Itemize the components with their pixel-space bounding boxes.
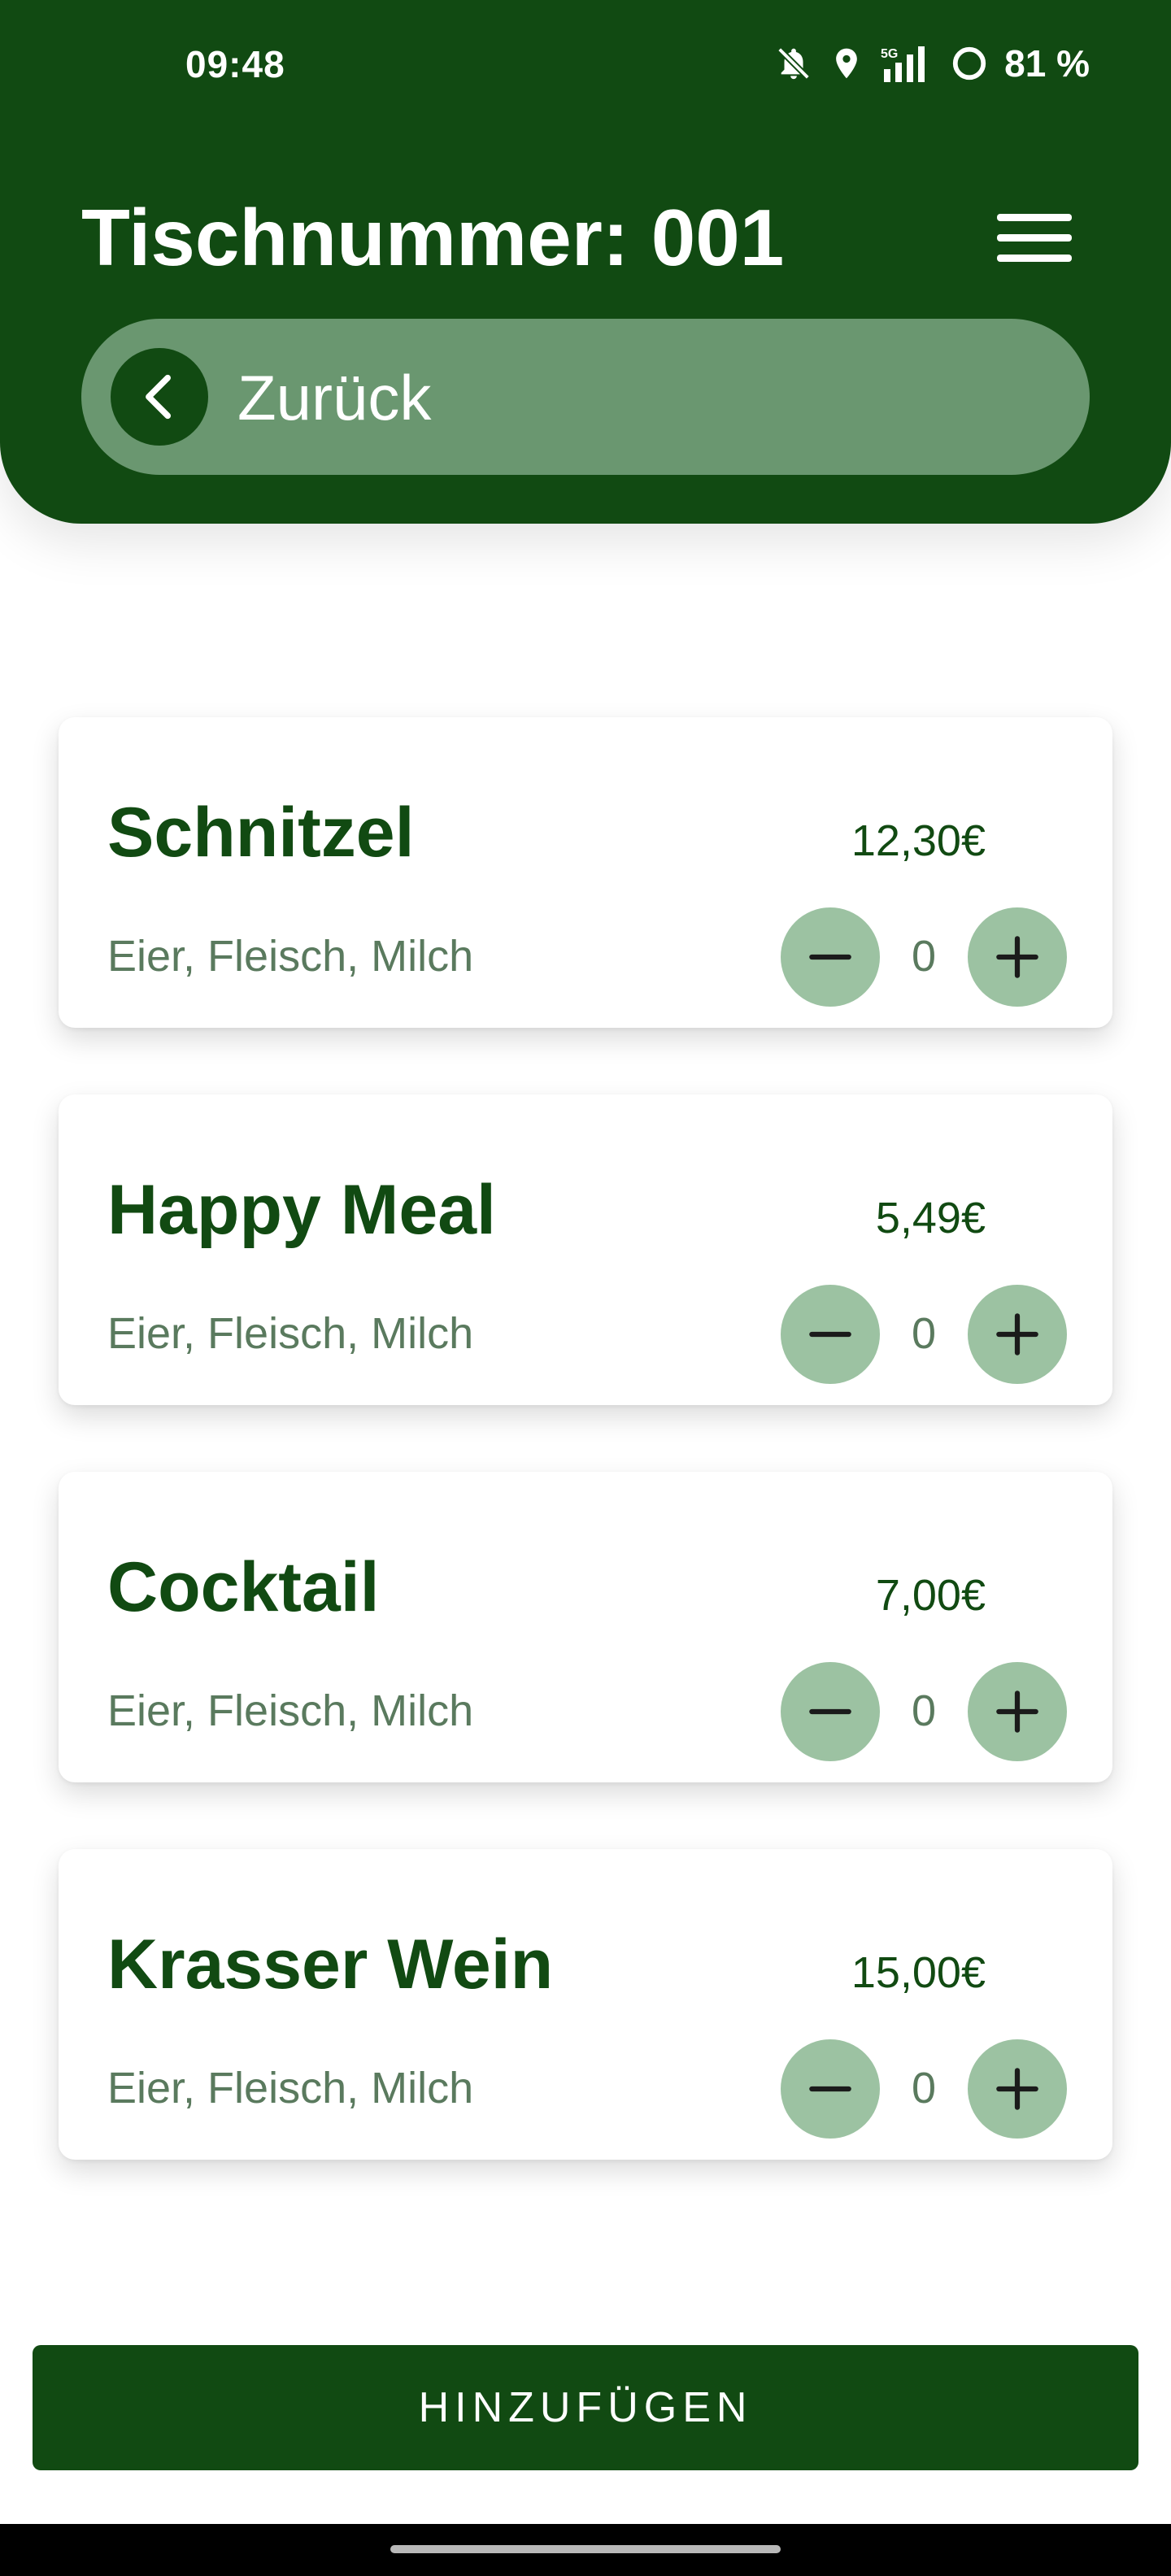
decrease-quantity-button[interactable] bbox=[781, 1285, 880, 1384]
network-type: 5G bbox=[881, 47, 898, 61]
status-icons: 5G 81 % bbox=[775, 41, 1090, 86]
battery-level: 81 % bbox=[1004, 42, 1090, 85]
header: 09:48 5G 81 % Tischnummer: 001 Zurück bbox=[0, 0, 1171, 524]
decrease-quantity-button[interactable] bbox=[781, 2039, 880, 2139]
menu-item-card: Cocktail 7,00€ Eier, Fleisch, Milch 0 bbox=[59, 1472, 1112, 1782]
increase-quantity-button[interactable] bbox=[968, 2039, 1067, 2139]
item-price: 5,49€ bbox=[875, 1194, 986, 1242]
menu-item-card: Krasser Wein 15,00€ Eier, Fleisch, Milch… bbox=[59, 1849, 1112, 2160]
item-name: Cocktail bbox=[107, 1548, 380, 1626]
item-allergens: Eier, Fleisch, Milch bbox=[107, 1686, 474, 1735]
battery-ring-icon bbox=[953, 46, 986, 80]
quantity-value: 0 bbox=[911, 2064, 937, 2113]
quantity-value: 0 bbox=[911, 932, 937, 981]
decrease-quantity-button[interactable] bbox=[781, 1662, 880, 1761]
item-allergens: Eier, Fleisch, Milch bbox=[107, 2064, 474, 2113]
chevron-left-icon bbox=[146, 374, 171, 420]
back-label: Zurück bbox=[237, 362, 432, 433]
increase-quantity-button[interactable] bbox=[968, 1285, 1067, 1384]
quantity-value: 0 bbox=[911, 1309, 937, 1358]
plus-icon bbox=[996, 1690, 1038, 1733]
add-to-order-button[interactable]: HINZUFÜGEN bbox=[33, 2345, 1138, 2470]
item-name: Schnitzel bbox=[107, 794, 415, 872]
minus-icon bbox=[809, 954, 851, 960]
menu-bar bbox=[997, 254, 1072, 262]
item-price: 15,00€ bbox=[851, 1948, 986, 1997]
item-price: 12,30€ bbox=[851, 816, 986, 865]
signal-5g-icon: 5G bbox=[881, 46, 925, 82]
menu-item-card: Happy Meal 5,49€ Eier, Fleisch, Milch 0 bbox=[59, 1094, 1112, 1405]
plus-icon bbox=[996, 2068, 1038, 2110]
menu-bar bbox=[997, 233, 1072, 242]
item-price: 7,00€ bbox=[875, 1571, 986, 1620]
hamburger-menu-icon[interactable] bbox=[997, 205, 1078, 270]
item-name: Happy Meal bbox=[107, 1171, 496, 1249]
plus-icon bbox=[996, 1313, 1038, 1355]
increase-quantity-button[interactable] bbox=[968, 1662, 1067, 1761]
plus-icon bbox=[996, 936, 1038, 978]
item-allergens: Eier, Fleisch, Milch bbox=[107, 1309, 474, 1358]
menu-item-card: Schnitzel 12,30€ Eier, Fleisch, Milch 0 bbox=[59, 717, 1112, 1028]
minus-icon bbox=[809, 1331, 851, 1338]
quantity-value: 0 bbox=[911, 1686, 937, 1735]
home-gesture-handle[interactable] bbox=[390, 2545, 781, 2553]
location-pin-icon bbox=[836, 48, 857, 79]
increase-quantity-button[interactable] bbox=[968, 907, 1067, 1007]
back-circle bbox=[111, 348, 208, 446]
bell-muted-icon bbox=[777, 47, 811, 80]
page-title: Tischnummer: 001 bbox=[81, 193, 785, 282]
minus-icon bbox=[809, 2086, 851, 2092]
menu-item-list: Schnitzel 12,30€ Eier, Fleisch, Milch 0 … bbox=[59, 717, 1112, 2226]
item-allergens: Eier, Fleisch, Milch bbox=[107, 932, 474, 981]
item-name: Krasser Wein bbox=[107, 1925, 554, 2004]
back-button[interactable]: Zurück bbox=[81, 319, 1090, 475]
status-time: 09:48 bbox=[185, 43, 285, 85]
menu-bar bbox=[997, 213, 1072, 221]
decrease-quantity-button[interactable] bbox=[781, 907, 880, 1007]
minus-icon bbox=[809, 1708, 851, 1715]
system-nav-bar bbox=[0, 2524, 1171, 2576]
